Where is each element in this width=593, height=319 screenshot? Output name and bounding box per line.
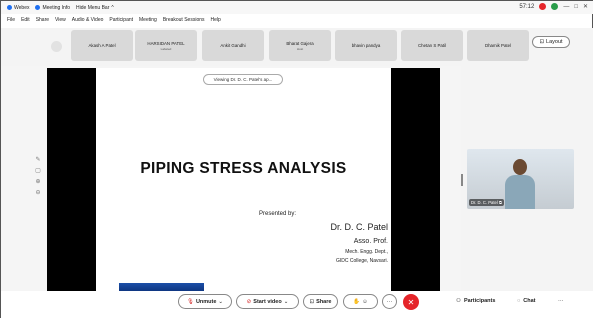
video-off-icon: ⊘ [246,298,252,305]
share-indicator-icon: ⧉ [498,200,502,205]
presented-by-label: Presented by: [259,211,297,217]
reactions-group: ✋ ☺ [343,294,378,309]
mic-muted-icon: 🎙 [186,298,194,305]
more-options-button[interactable]: ··· [382,294,397,309]
participant-tile[interactable]: Dhamik Patel [467,30,529,61]
participant-tile[interactable]: Bharat Gajera Host [269,30,331,61]
chevron-up-icon: ^ [111,4,114,11]
presenter-video-tile[interactable]: Dr. D. C. Patel ⧉ [467,149,574,209]
layout-button[interactable]: ⊡ Layout [532,36,570,48]
participant-name: Chetan S Patil [417,43,447,48]
app-name: Webex [14,4,30,11]
webex-app-menu[interactable]: Webex [7,5,29,11]
chevron-down-icon: ⌄ [283,298,289,305]
layout-label: Layout [546,39,563,45]
app-window: Webex Meeting Info Hide Menu Bar ^ 57:12… [0,0,593,319]
participant-tile[interactable]: Ankit Gandhi [202,30,264,61]
participant-strip: Akash A Patel HARSIDAN PATEL Labeled Ank… [1,28,593,66]
chat-button[interactable]: ◌ Chat [517,298,536,304]
info-icon [35,5,41,10]
participants-label: Participants [463,298,496,304]
presenter-designation: Asso. Prof. [353,238,388,245]
hide-menu-label: Hide Menu Bar [76,4,110,11]
pen-icon[interactable]: ✎ [35,156,40,163]
menu-share[interactable]: Share [36,17,49,23]
end-call-button[interactable]: ✕ [403,294,419,310]
participant-tile[interactable]: Chetan S Patil [401,30,463,61]
hide-menu-bar-button[interactable]: Hide Menu Bar ^ [76,5,114,11]
meeting-controls: 🎙 Unmute ⌄ ⊘ Start video ⌄ ⊡ Share ✋ ☺ ·… [1,291,593,319]
participant-name: HARSIDAN PATEL [147,40,185,46]
viewing-share-pill[interactable]: Viewing Dr. D. C. Patel's ap... [203,74,283,85]
menu-view[interactable]: View [55,17,66,23]
close-icon[interactable]: ✕ [583,3,588,10]
annotation-tools: ✎ ▢ ⊕ ⊖ [32,156,44,196]
menu-file[interactable]: File [7,17,15,23]
person-figure [505,175,535,209]
recording-icon [539,3,547,10]
participant-status: Host [296,46,304,51]
video-caption-name: Dr. D. C. Patel [471,200,498,205]
participant-name: Akash A Patel [88,43,116,48]
meeting-info-label: Meeting Info [42,4,71,11]
title-bar: Webex Meeting Info Hide Menu Bar ^ 57:12… [1,1,593,14]
menu-breakout-sessions[interactable]: Breakout Sessions [163,17,205,23]
share-label: Share [316,298,332,305]
layout-icon: ⊡ [539,39,545,45]
window-controls: 57:12 — □ ✕ [519,3,588,10]
share-icon: ⊡ [309,298,315,305]
more-label: ··· [386,298,393,305]
participant-tile[interactable]: Akash A Patel [71,30,133,61]
overflow-menu-button[interactable]: ··· [558,298,564,304]
presenter-department: Mech. Engg. Dept., [345,249,388,255]
participant-name: bhavin pandya [351,43,381,48]
letterbox-right [391,68,440,294]
start-video-label: Start video [253,298,282,305]
chat-bubble-icon[interactable]: ▢ [35,167,41,174]
letterbox-left [47,68,96,294]
webex-logo-icon [7,5,12,10]
panel-resize-handle[interactable] [461,174,463,186]
menu-participant[interactable]: Participant [109,17,133,23]
presenter-name: Dr. D. C. Patel [330,222,388,232]
chat-icon: ◌ [517,298,521,304]
strip-scroll-left-button[interactable] [51,41,62,52]
meeting-timer: 57:12 [519,3,535,10]
unmute-label: Unmute [195,298,217,305]
menu-bar: File Edit Share View Audio & Video Parti… [1,14,593,25]
connection-status-icon [551,3,559,10]
video-caption: Dr. D. C. Patel ⧉ [469,199,504,206]
participant-tile[interactable]: HARSIDAN PATEL Labeled [135,30,197,61]
minimize-icon[interactable]: — [563,4,569,10]
participant-name: Ankit Gandhi [220,43,246,48]
share-button[interactable]: ⊡ Share [303,294,338,309]
participants-icon: ⚇ [456,298,461,304]
participant-status: Labeled [160,46,172,51]
menu-meeting[interactable]: Meeting [139,17,157,23]
person-head [513,159,527,175]
participant-name: Bharat Gajera [286,40,314,46]
start-video-button[interactable]: ⊘ Start video ⌄ [236,294,299,309]
menu-help[interactable]: Help [211,17,221,23]
chevron-down-icon: ⌄ [218,298,224,305]
maximize-icon[interactable]: □ [574,4,578,10]
zoom-in-icon[interactable]: ⊕ [35,178,40,185]
menu-edit[interactable]: Edit [21,17,30,23]
shared-content: PIPING STRESS ANALYSIS Presented by: Dr.… [47,68,440,294]
chat-label: Chat [523,298,536,304]
participant-name: Dhamik Patel [484,43,512,48]
presenter-college: GIDC College, Navsari. [336,258,388,264]
raise-hand-icon[interactable]: ✋ [353,299,360,305]
zoom-out-icon[interactable]: ⊖ [35,189,40,196]
meeting-info-button[interactable]: Meeting Info [35,5,70,11]
reactions-icon[interactable]: ☺ [362,299,368,305]
participants-button[interactable]: ⚇ Participants [456,298,495,304]
menu-audio-video[interactable]: Audio & Video [72,17,104,23]
more-horizontal-icon: ··· [558,298,564,304]
close-icon: ✕ [407,297,415,307]
unmute-button[interactable]: 🎙 Unmute ⌄ [178,294,232,309]
slide-title: PIPING STRESS ANALYSIS [140,160,347,177]
participant-tile[interactable]: bhavin pandya [335,30,397,61]
viewing-label: Viewing Dr. D. C. Patel's ap... [213,77,273,82]
